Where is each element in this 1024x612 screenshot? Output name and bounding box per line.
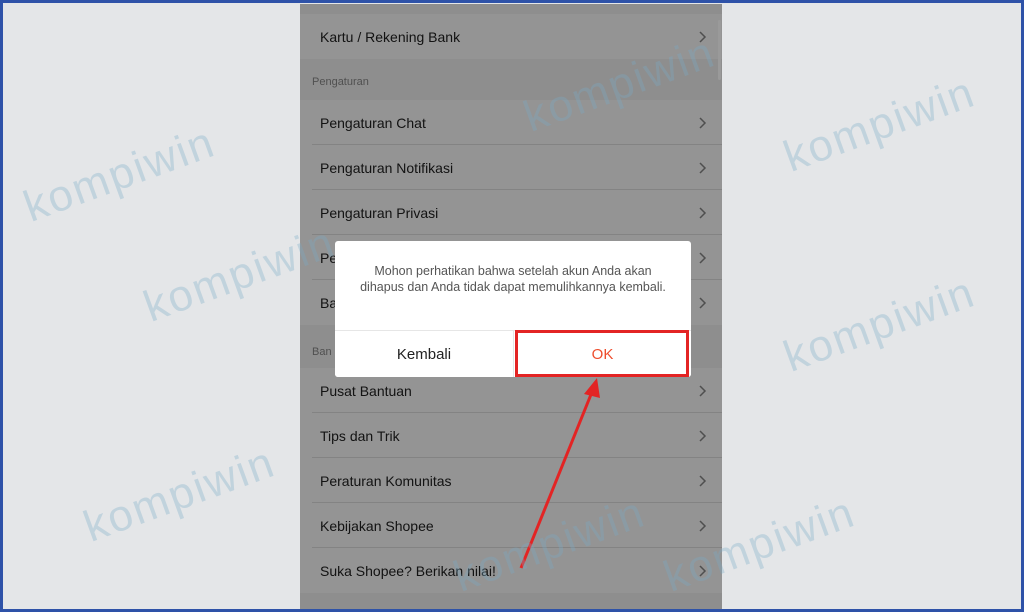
arrow-head-icon (584, 378, 600, 398)
annotation-arrow (519, 378, 600, 569)
